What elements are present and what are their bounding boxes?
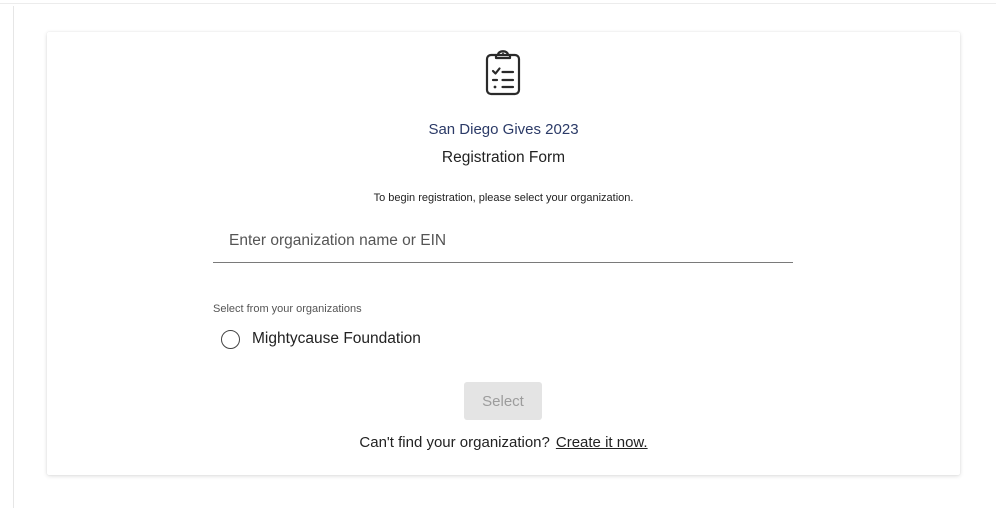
page: San Diego Gives 2023 Registration Form T…: [0, 0, 996, 508]
organization-name: Mightycause Foundation: [252, 330, 421, 347]
clipboard-checklist-icon: [485, 50, 521, 96]
form-title: Registration Form: [441, 149, 566, 166]
create-organization-link[interactable]: Create it now.: [556, 434, 648, 451]
create-organization-prompt: Can't find your organization? Create it n…: [47, 434, 960, 451]
select-button[interactable]: Select: [464, 382, 542, 420]
top-edge: [0, 0, 996, 4]
organization-radio-option[interactable]: Mightycause Foundation: [221, 327, 421, 351]
organization-search-input[interactable]: [213, 220, 793, 263]
left-divider: [13, 6, 14, 508]
footer-prompt-text: Can't find your organization?: [359, 434, 550, 451]
instructions-text: To begin registration, please select you…: [373, 192, 634, 204]
radio-unchecked-icon[interactable]: [221, 329, 240, 349]
organizations-label: Select from your organizations: [213, 303, 362, 315]
registration-card: San Diego Gives 2023 Registration Form T…: [47, 32, 960, 475]
event-title: San Diego Gives 2023: [428, 121, 579, 138]
